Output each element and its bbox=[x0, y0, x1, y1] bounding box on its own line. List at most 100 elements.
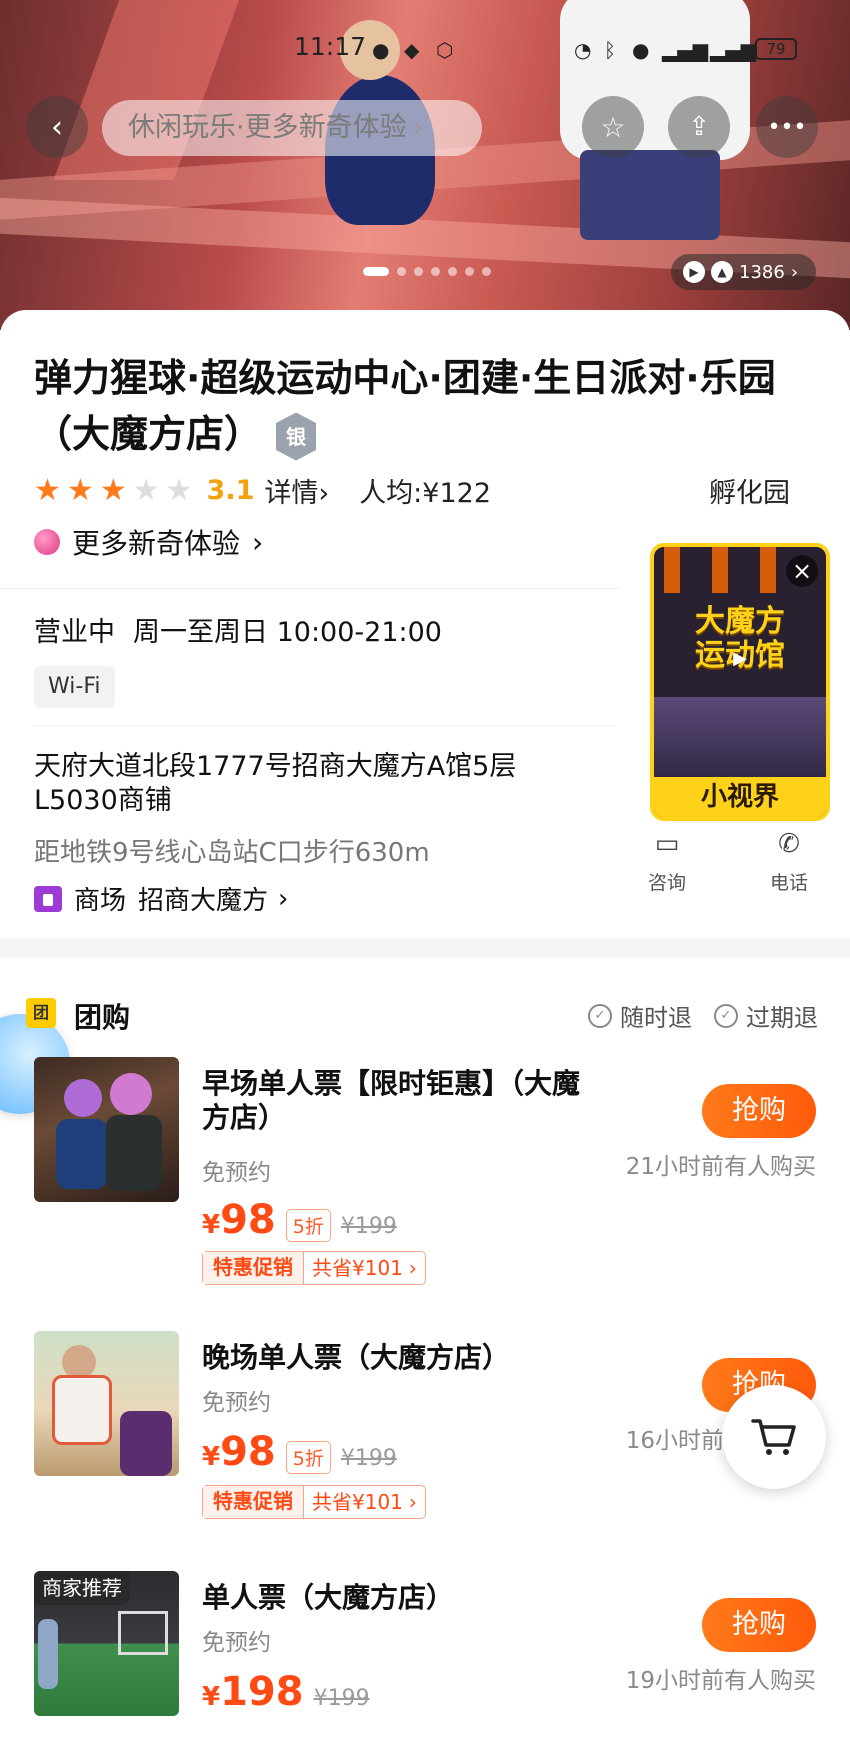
chevron-right-icon: › bbox=[412, 112, 424, 143]
check-circle-icon: ✓ bbox=[588, 1003, 612, 1028]
signal-4g-icon: ▂▄▆ bbox=[710, 38, 757, 62]
top-nav-bar: ‹ 休闲玩乐·更多新奇体验 › ☆ ⇪ ••• bbox=[0, 96, 850, 162]
buy-button[interactable]: 抢购 bbox=[702, 1084, 816, 1138]
favorite-button[interactable]: ☆ bbox=[582, 96, 644, 158]
open-status: 营业中 bbox=[34, 617, 115, 648]
hero-gallery[interactable]: 11:17 ● ◆ ⬡ ◔ ᛒ ● ▂▄▆ ▂▄▆ 79 ‹ 休闲玩乐·更多新奇… bbox=[0, 0, 850, 330]
battery-indicator: 79 bbox=[755, 38, 797, 60]
mall-label: 商场 bbox=[74, 886, 127, 916]
refund-anytime-tag: ✓ 随时退 bbox=[588, 998, 692, 1033]
chevron-right-icon: › bbox=[252, 525, 264, 559]
price-value: 98 bbox=[220, 1429, 276, 1475]
bluetooth-icon: ᛒ bbox=[604, 38, 616, 62]
deal-name: 晚场单人票（大魔方店） bbox=[202, 1341, 511, 1374]
discount-badge: 5折 bbox=[285, 1209, 331, 1242]
app-notification-icon: ◆ bbox=[404, 38, 420, 62]
booking-note: 免预约 bbox=[202, 1390, 271, 1416]
search-placeholder: 休闲玩乐·更多新奇体验 bbox=[128, 112, 407, 143]
promo-tag[interactable]: 特惠促销 共省¥101 › bbox=[202, 1251, 426, 1285]
star-icon: ★ bbox=[66, 472, 94, 508]
booking-note: 免预约 bbox=[202, 1160, 271, 1186]
mini-video-player[interactable]: 大魔方 运动馆 ▶ 小视界 × bbox=[650, 543, 830, 821]
video-play-icon: ▶ bbox=[683, 261, 705, 283]
star-rating: ★ ★ ★ ★ ★ bbox=[34, 473, 199, 508]
media-count: 1386 bbox=[739, 261, 785, 283]
refund-expired-tag: ✓ 过期退 bbox=[714, 998, 818, 1033]
mini-video-caption: 小视界 bbox=[654, 777, 826, 817]
groupbuy-icon: 团 bbox=[26, 998, 56, 1028]
mall-icon bbox=[34, 885, 62, 912]
shield-icon: ⬡ bbox=[436, 38, 454, 62]
promo-value: 共省¥101 bbox=[312, 1255, 403, 1280]
deal-price: ¥ 98 5折 ¥199 bbox=[202, 1429, 397, 1475]
facility-tag: Wi-Fi bbox=[34, 666, 115, 708]
page-dot bbox=[465, 266, 474, 276]
shop-address[interactable]: 天府大道北段1777号招商大魔方A馆5层L5030商铺 bbox=[34, 750, 564, 818]
recent-purchase: 19小时前有人购买 bbox=[625, 1668, 816, 1694]
booking-note: 免预约 bbox=[202, 1630, 271, 1656]
chevron-right-icon: › bbox=[318, 477, 330, 509]
silver-badge-icon: 银 bbox=[276, 412, 317, 461]
page-dot bbox=[482, 266, 491, 276]
price-value: 98 bbox=[220, 1197, 276, 1243]
gallery-page-indicator bbox=[363, 266, 491, 276]
promo-label: 特惠促销 bbox=[203, 1252, 304, 1284]
deal-price: ¥ 198 ¥199 bbox=[202, 1669, 370, 1715]
search-bar[interactable]: 休闲玩乐·更多新奇体验 › bbox=[102, 100, 482, 156]
category-link[interactable]: 更多新奇体验 › bbox=[34, 522, 263, 562]
back-button[interactable]: ‹ bbox=[26, 96, 88, 158]
mall-name: 招商大魔方 bbox=[138, 886, 269, 916]
wechat-icon: ● bbox=[372, 38, 390, 62]
promo-value: 共省¥101 bbox=[312, 1489, 403, 1514]
promo-label: 特惠促销 bbox=[203, 1486, 304, 1518]
rating-row: ★ ★ ★ ★ ★ 3.1 详情› 人均:¥122 孵化园 bbox=[34, 470, 814, 510]
star-icon: ★ bbox=[165, 472, 193, 508]
merchant-recommend-tag: 商家推荐 bbox=[34, 1571, 130, 1605]
currency-symbol: ¥ bbox=[202, 1442, 221, 1472]
mall-link[interactable]: 商场 招商大魔方 › bbox=[34, 880, 288, 917]
page-dot bbox=[431, 266, 440, 276]
mini-video-title-line1: 大魔方 bbox=[695, 604, 785, 639]
status-bar: 11:17 ● ◆ ⬡ ◔ ᛒ ● ▂▄▆ ▂▄▆ 79 bbox=[0, 30, 850, 70]
shop-name: 弹力猩球·超级运动中心·团建·生日派对·乐园（大魔方店） bbox=[34, 356, 776, 456]
consult-button[interactable]: ▭ 咨询 bbox=[632, 826, 702, 895]
signal-5g-icon: ▂▄▆ bbox=[662, 38, 709, 62]
deal-name: 早场单人票【限时钜惠】（大魔方店） bbox=[202, 1067, 581, 1134]
category-ball-icon bbox=[34, 529, 60, 555]
page-dot bbox=[448, 266, 457, 276]
chevron-right-icon: › bbox=[278, 883, 289, 914]
chevron-right-icon: › bbox=[408, 1489, 417, 1514]
chevron-right-icon: › bbox=[790, 261, 799, 283]
media-count-button[interactable]: ▶ ▲ 1386 › bbox=[671, 254, 816, 290]
rating-detail-label: 详情 bbox=[264, 477, 319, 509]
more-button[interactable]: ••• bbox=[756, 96, 818, 158]
cart-button[interactable] bbox=[722, 1385, 826, 1489]
price-value: 198 bbox=[220, 1669, 304, 1715]
deal-thumbnail: 商家推荐 bbox=[34, 1571, 179, 1716]
deal-name: 单人票（大魔方店） bbox=[202, 1581, 455, 1614]
refund-expired-label: 过期退 bbox=[746, 1004, 818, 1032]
groupbuy-header: 团 团购 ✓ 随时退 ✓ 过期退 bbox=[26, 996, 826, 1036]
phone-button[interactable]: ✆ 电话 bbox=[754, 826, 824, 895]
rating-detail-link[interactable]: 详情› bbox=[264, 471, 329, 510]
alarm-icon: ◔ bbox=[574, 38, 592, 62]
page-title: 弹力猩球·超级运动中心·团建·生日派对·乐园（大魔方店）银 bbox=[34, 350, 794, 462]
star-icon: ★ bbox=[132, 472, 160, 508]
deal-thumbnail bbox=[34, 1057, 179, 1202]
cart-icon bbox=[751, 1419, 796, 1455]
share-button[interactable]: ⇪ bbox=[668, 96, 730, 158]
buy-button[interactable]: 抢购 bbox=[702, 1598, 816, 1652]
deal-price: ¥ 98 5折 ¥199 bbox=[202, 1197, 397, 1243]
page-dot bbox=[397, 266, 406, 276]
district-link[interactable]: 孵化园 bbox=[709, 471, 790, 510]
consult-label: 咨询 bbox=[647, 872, 686, 894]
hours-text: 周一至周日 10:00-21:00 bbox=[133, 617, 442, 648]
photo-icon: ▲ bbox=[711, 261, 733, 283]
original-price: ¥199 bbox=[340, 1214, 397, 1239]
promo-tag[interactable]: 特惠促销 共省¥101 › bbox=[202, 1485, 426, 1519]
share-icon: ⇪ bbox=[688, 112, 710, 142]
check-circle-icon: ✓ bbox=[714, 1003, 738, 1028]
star-icon: ★ bbox=[99, 472, 127, 508]
currency-symbol: ¥ bbox=[202, 1682, 221, 1712]
close-icon[interactable]: × bbox=[786, 555, 818, 587]
